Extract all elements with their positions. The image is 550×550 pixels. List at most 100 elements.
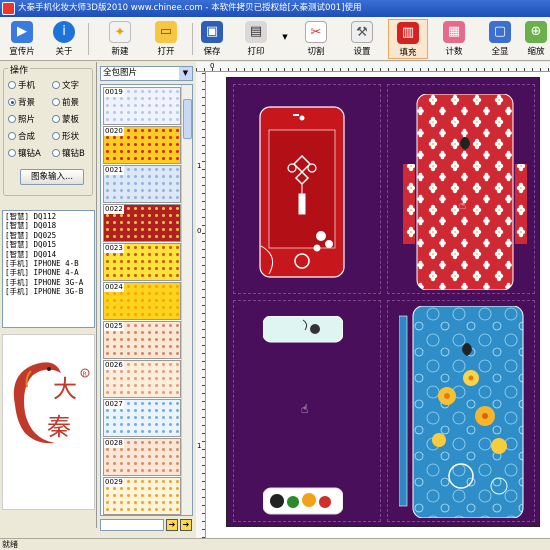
- radio-dot: [8, 149, 16, 157]
- radio-diamond-a[interactable]: 镶钻A: [8, 147, 41, 159]
- vertical-ruler: [196, 72, 206, 538]
- main-toolbar: ▶ 宣传片 i 关于 ✦ 新建 ▭ 打开 ▣ 保存 ▤ 打印 ▼ ✂ 切割 ⚒ …: [0, 17, 550, 61]
- radio-mask[interactable]: 蒙板: [52, 113, 79, 125]
- operation-group: 操作 手机 文字 背景 前景 照片 蒙板 合成 形状 镶钻A 镶钻B 图象输入.…: [3, 63, 93, 196]
- phone-skin-red-knot[interactable]: [259, 106, 345, 278]
- ruler-label: 1: [197, 162, 202, 170]
- gallery-tile[interactable]: 0020: [103, 126, 181, 164]
- radio-shape[interactable]: 形状: [52, 130, 79, 142]
- image-input-button[interactable]: 图象输入...: [20, 169, 84, 185]
- thumbnail-panel: 全包图片 ▼ 0019 0020 0021 0022 0023 0024 0025 0026 0…: [98, 62, 194, 538]
- tile-number: 0022: [104, 205, 124, 214]
- tile-number: 0028: [104, 439, 124, 448]
- print-dropdown[interactable]: ▼: [280, 19, 290, 59]
- list-item[interactable]: [手机] IPHONE 3G-B: [5, 287, 92, 296]
- gallery-tile[interactable]: 0025: [103, 321, 181, 359]
- film-icon: ▶: [11, 21, 33, 43]
- list-item[interactable]: [智慧] DQ014: [5, 250, 92, 259]
- thumbnail-scrollbar[interactable]: [181, 85, 192, 515]
- cut-button[interactable]: ✂ 切割: [296, 19, 336, 59]
- zoom-button[interactable]: ⊕ 缩放: [522, 19, 550, 59]
- radio-foreground[interactable]: 前景: [52, 96, 79, 108]
- about-button[interactable]: i 关于: [44, 19, 84, 59]
- count-button[interactable]: ▦ 计数: [434, 19, 474, 59]
- tile-number: 0026: [104, 361, 124, 370]
- phone-skin-red-floral[interactable]: [403, 94, 527, 290]
- list-item[interactable]: [智慧] DQ025: [5, 231, 92, 240]
- thumbnail-list[interactable]: 0019 0020 0021 0022 0023 0024 0025 0026 0027 0028…: [100, 84, 193, 516]
- list-item[interactable]: [智慧] DQ018: [5, 221, 92, 230]
- tile-number: 0021: [104, 166, 124, 175]
- info-icon: i: [53, 21, 75, 43]
- open-button[interactable]: ▭ 打开: [146, 19, 186, 59]
- brand-logo: 大 秦 R: [2, 334, 95, 510]
- gallery-tile[interactable]: 0028: [103, 438, 181, 476]
- folder-open-icon: ▭: [155, 21, 177, 43]
- gallery-tile[interactable]: 0029: [103, 477, 181, 515]
- radio-dot-selected: [8, 98, 16, 106]
- promo-button[interactable]: ▶ 宣传片: [2, 19, 42, 59]
- gallery-tile[interactable]: 0021: [103, 165, 181, 203]
- status-bar: 就绪: [0, 538, 550, 550]
- list-item[interactable]: [智慧] DQ112: [5, 212, 92, 221]
- zoom-icon: ⊕: [525, 21, 547, 43]
- nav-prev-button[interactable]: ➔: [166, 519, 178, 531]
- gallery-tile[interactable]: 0027: [103, 399, 181, 437]
- list-item[interactable]: [手机] IPHONE 4-A: [5, 268, 92, 277]
- gallery-tile[interactable]: 0024: [103, 282, 181, 320]
- gallery-tile[interactable]: 0019: [103, 87, 181, 125]
- phone-skin-blue-floral[interactable]: [399, 306, 529, 518]
- ruler-label: 0: [197, 227, 202, 235]
- radio-photo[interactable]: 照片: [8, 113, 35, 125]
- gallery-tile[interactable]: 0022: [103, 204, 181, 242]
- printer-icon: ▤: [245, 21, 267, 43]
- svg-text:R: R: [83, 371, 87, 378]
- phone-skin-white-parts[interactable]: [263, 316, 343, 516]
- gallery-tile[interactable]: 0026: [103, 360, 181, 398]
- chevron-down-icon[interactable]: ▼: [179, 67, 192, 80]
- svg-text:大: 大: [53, 375, 77, 403]
- model-list[interactable]: [智慧] DQ112 [智慧] DQ018 [智慧] DQ025 [智慧] DQ…: [2, 210, 95, 328]
- radio-dot: [52, 98, 60, 106]
- radio-diamond-b[interactable]: 镶钻B: [52, 147, 85, 159]
- gallery-category-select[interactable]: 全包图片 ▼: [100, 66, 193, 81]
- radio-dot: [52, 132, 60, 140]
- gallery-tile[interactable]: 0023: [103, 243, 181, 281]
- design-canvas[interactable]: 0 1 0 1 ☝ ☝: [196, 62, 550, 538]
- print-sheet[interactable]: ☝ ☝: [226, 77, 540, 527]
- radio-dot: [52, 115, 60, 123]
- hand-cursor-icon: ☝: [459, 198, 467, 212]
- radio-dot: [8, 81, 16, 89]
- svg-text:秦: 秦: [47, 413, 71, 441]
- dragon-logo-icon: 大 秦 R: [13, 362, 90, 444]
- tile-number: 0029: [104, 478, 124, 487]
- radio-dot: [52, 149, 60, 157]
- radio-composite[interactable]: 合成: [8, 130, 35, 142]
- arrow-right-icon: ➔: [182, 520, 190, 529]
- ruler-label: 0: [210, 62, 215, 70]
- new-button[interactable]: ✦ 新建: [100, 19, 140, 59]
- fullscreen-button[interactable]: ▢ 全显: [480, 19, 520, 59]
- settings-button[interactable]: ⚒ 设置: [342, 19, 382, 59]
- radio-dot: [8, 115, 16, 123]
- tile-number: 0025: [104, 322, 124, 331]
- tile-number: 0023: [104, 244, 124, 253]
- print-button[interactable]: ▤ 打印: [236, 19, 276, 59]
- save-icon: ▣: [201, 21, 223, 43]
- arrow-right-icon: ➔: [168, 520, 176, 529]
- fill-button[interactable]: ▥ 填充: [388, 19, 428, 59]
- page-input[interactable]: [100, 519, 164, 531]
- radio-text[interactable]: 文字: [52, 79, 79, 91]
- calculator-icon: ▦: [443, 21, 465, 43]
- status-text: 就绪: [2, 540, 18, 549]
- chevron-down-icon: ▼: [282, 33, 288, 41]
- tile-number: 0020: [104, 127, 124, 136]
- scrollbar-thumb[interactable]: [183, 99, 192, 139]
- nav-next-button[interactable]: ➔: [180, 519, 192, 531]
- list-item[interactable]: [手机] IPHONE 3G-A: [5, 278, 92, 287]
- radio-background[interactable]: 背景: [8, 96, 35, 108]
- radio-phone[interactable]: 手机: [8, 79, 35, 91]
- save-button[interactable]: ▣ 保存: [192, 19, 232, 59]
- list-item[interactable]: [智慧] DQ015: [5, 240, 92, 249]
- tile-number: 0027: [104, 400, 124, 409]
